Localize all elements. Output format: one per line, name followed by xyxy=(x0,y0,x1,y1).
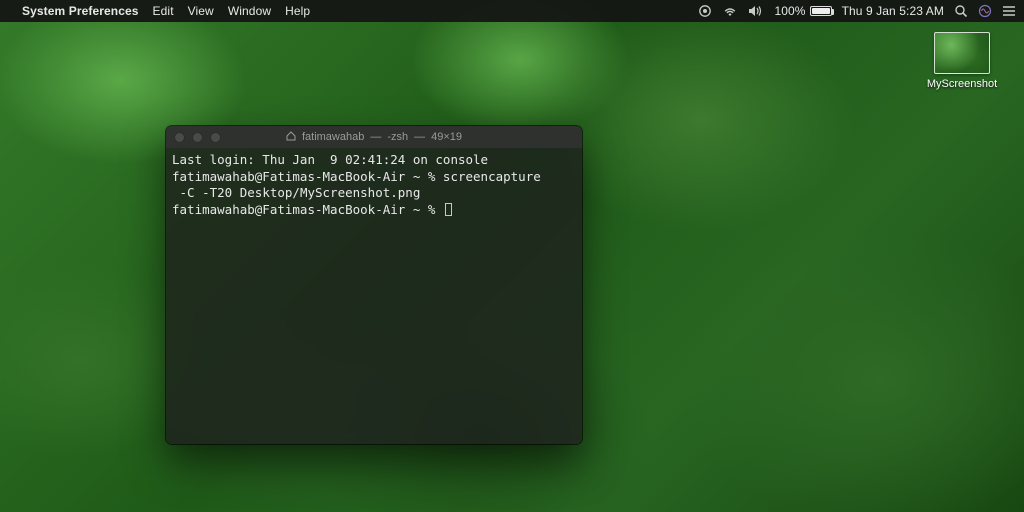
file-label: MyScreenshot xyxy=(924,78,1000,90)
siri-icon[interactable] xyxy=(978,4,992,18)
desktop-file-myscreenshot[interactable]: MyScreenshot xyxy=(924,32,1000,90)
window-close-button[interactable] xyxy=(174,132,185,143)
window-zoom-button[interactable] xyxy=(210,132,221,143)
spotlight-icon[interactable] xyxy=(954,4,968,18)
quicktime-icon[interactable] xyxy=(698,4,712,18)
menu-view[interactable]: View xyxy=(188,4,214,18)
terminal-cursor xyxy=(445,203,452,216)
terminal-line: Last login: Thu Jan 9 02:41:24 on consol… xyxy=(172,152,488,167)
menu-window[interactable]: Window xyxy=(228,4,271,18)
file-thumbnail xyxy=(934,32,990,74)
notification-center-icon[interactable] xyxy=(1002,5,1016,17)
terminal-titlebar[interactable]: fatimawahab — -zsh — 49×19 xyxy=(166,126,582,148)
terminal-body[interactable]: Last login: Thu Jan 9 02:41:24 on consol… xyxy=(166,148,582,222)
terminal-window[interactable]: fatimawahab — -zsh — 49×19 Last login: T… xyxy=(166,126,582,444)
desktop: System Preferences Edit View Window Help… xyxy=(0,0,1024,512)
terminal-prompt: fatimawahab@Fatimas-MacBook-Air ~ % xyxy=(172,202,443,217)
title-shell: -zsh xyxy=(387,131,408,143)
title-user: fatimawahab xyxy=(302,131,364,143)
clock[interactable]: Thu 9 Jan 5:23 AM xyxy=(842,4,944,18)
menu-edit[interactable]: Edit xyxy=(153,4,174,18)
battery-status[interactable]: 100% xyxy=(774,4,831,18)
home-icon xyxy=(286,131,296,144)
app-menu[interactable]: System Preferences xyxy=(22,4,139,18)
battery-icon xyxy=(810,6,832,16)
terminal-line: -C -T20 Desktop/MyScreenshot.png xyxy=(172,185,420,200)
terminal-title: fatimawahab — -zsh — 49×19 xyxy=(286,131,462,144)
volume-icon[interactable] xyxy=(748,5,764,17)
menu-help[interactable]: Help xyxy=(285,4,310,18)
wifi-icon[interactable] xyxy=(722,5,738,17)
title-size: 49×19 xyxy=(431,131,462,143)
window-minimize-button[interactable] xyxy=(192,132,203,143)
menubar: System Preferences Edit View Window Help… xyxy=(0,0,1024,22)
terminal-line: fatimawahab@Fatimas-MacBook-Air ~ % scre… xyxy=(172,169,541,184)
battery-percent-label: 100% xyxy=(774,4,805,18)
